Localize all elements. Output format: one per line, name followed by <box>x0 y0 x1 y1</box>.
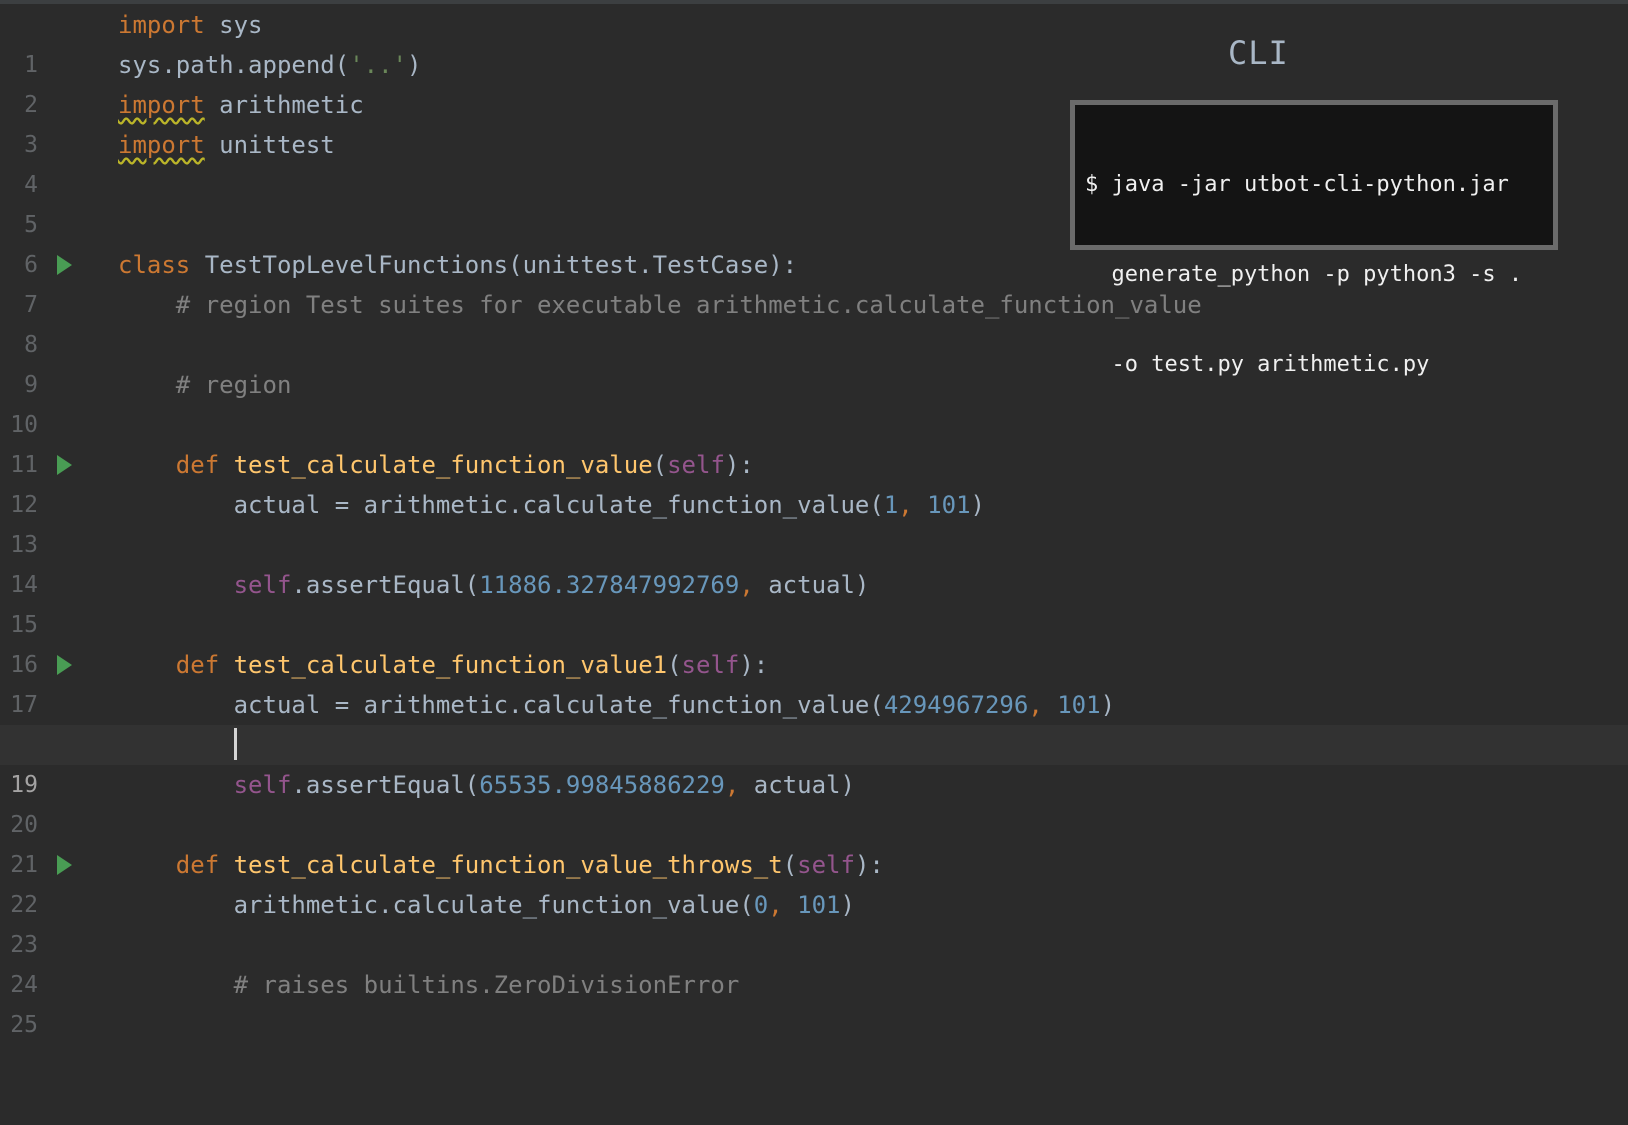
code-line[interactable]: 12 def test_calculate_function_value(sel… <box>0 445 1628 518</box>
code-text[interactable]: self.assertEqual(11886.327847992769, act… <box>118 565 870 605</box>
code-line[interactable]: 15 self.assertEqual(11886.327847992769, … <box>0 565 1628 638</box>
code-line[interactable]: 24 <box>0 925 1628 998</box>
editor-top-border <box>0 0 1628 4</box>
code-line[interactable]: 2 sys.path.append('..') <box>0 45 1628 118</box>
code-text[interactable]: def test_calculate_function_value(self): <box>118 445 754 485</box>
code-line[interactable]: 20 self.assertEqual(65535.99845886229, a… <box>0 765 1628 838</box>
code-line[interactable]: 11 <box>0 405 1628 478</box>
cli-command-line: $ java -jar utbot-cli-python.jar <box>1085 172 1509 197</box>
run-test-icon[interactable] <box>57 255 72 275</box>
code-text[interactable]: # region Test suites for executable arit… <box>118 285 1202 325</box>
run-test-icon[interactable] <box>57 655 72 675</box>
current-code-line[interactable]: 19 <box>0 725 1628 798</box>
code-text[interactable]: import arithmetic <box>118 85 364 125</box>
text-cursor <box>233 728 237 760</box>
code-text[interactable]: # region <box>118 365 292 405</box>
code-line[interactable]: 25 # raises builtins.ZeroDivisionError <box>0 965 1628 1038</box>
code-line[interactable]: 18 actual = arithmetic.calculate_functio… <box>0 685 1628 758</box>
code-line[interactable]: 21 <box>0 805 1628 878</box>
run-test-icon[interactable] <box>57 855 72 875</box>
code-line[interactable]: 17 def test_calculate_function_value1(se… <box>0 645 1628 718</box>
code-text[interactable]: arithmetic.calculate_function_value(0, 1… <box>118 885 855 925</box>
code-text[interactable]: def test_calculate_function_value_throws… <box>118 845 884 885</box>
code-text[interactable]: class TestTopLevelFunctions(unittest.Tes… <box>118 245 797 285</box>
code-text[interactable]: import unittest <box>118 125 335 165</box>
code-text[interactable]: actual = arithmetic.calculate_function_v… <box>118 485 985 525</box>
code-line[interactable]: 13 actual = arithmetic.calculate_functio… <box>0 485 1628 558</box>
code-line[interactable]: 1 import sys <box>0 5 1628 78</box>
code-text[interactable]: import sys <box>118 5 263 45</box>
unused-import-warning: import <box>118 91 205 119</box>
code-text[interactable]: actual = arithmetic.calculate_function_v… <box>118 685 1115 725</box>
code-text[interactable]: # raises builtins.ZeroDivisionError <box>118 965 740 1005</box>
code-line[interactable]: 23 arithmetic.calculate_function_value(0… <box>0 885 1628 958</box>
run-test-icon[interactable] <box>57 455 72 475</box>
cli-title: CLI <box>1228 34 1289 72</box>
cli-command-line: generate_python -p python3 -s . <box>1085 262 1523 287</box>
line-number: 25 <box>10 1012 38 1038</box>
cli-command-line: -o test.py arithmetic.py <box>1085 352 1430 377</box>
code-line[interactable]: 16 <box>0 605 1628 678</box>
cli-command-box: $ java -jar utbot-cli-python.jar generat… <box>1070 100 1558 377</box>
unused-import-warning: import <box>118 131 205 159</box>
code-line[interactable]: 14 <box>0 525 1628 598</box>
code-text[interactable]: def test_calculate_function_value1(self)… <box>118 645 768 685</box>
code-line[interactable]: 22 def test_calculate_function_value_thr… <box>0 845 1628 918</box>
code-text[interactable]: self.assertEqual(65535.99845886229, actu… <box>118 765 855 805</box>
code-text[interactable]: sys.path.append('..') <box>118 45 421 85</box>
code-text[interactable] <box>118 725 237 765</box>
